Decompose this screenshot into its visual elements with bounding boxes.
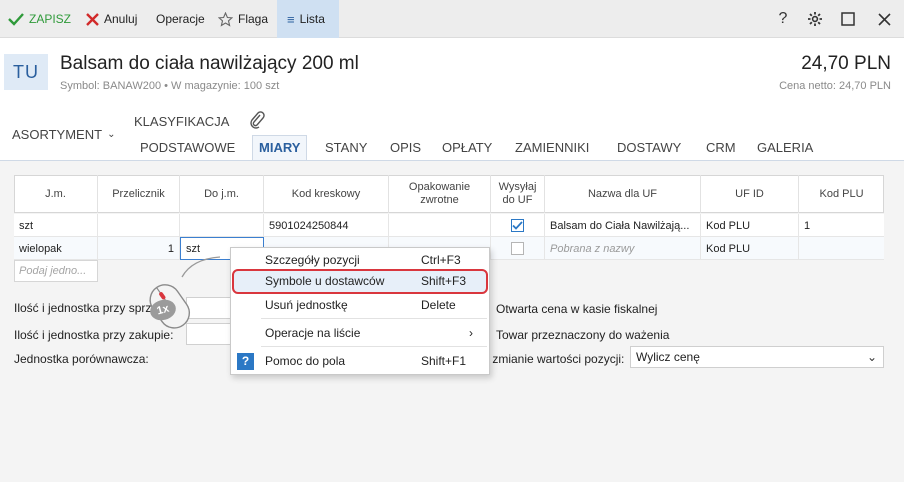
maximize-icon[interactable] xyxy=(838,9,858,29)
tab-asortyment[interactable]: ASORTYMENT ⌄ xyxy=(12,127,115,142)
send-uf-checkbox[interactable] xyxy=(511,219,524,232)
flag-button[interactable]: Flaga xyxy=(218,0,268,38)
help-question-icon: ? xyxy=(237,352,254,370)
cell-uf-name[interactable]: Balsam do Ciała Nawilżają... xyxy=(545,214,701,237)
column-header[interactable]: J.m. xyxy=(14,175,98,213)
value-change-label: y zmianie wartości pozycji: xyxy=(483,352,625,366)
menu-separator xyxy=(261,318,487,319)
cell-plu[interactable] xyxy=(799,237,884,260)
menu-separator xyxy=(261,346,487,347)
chevron-right-icon: › xyxy=(469,326,473,340)
toolbar: ZAPISZ Anuluj Operacje Flaga ≡ Lista ? xyxy=(0,0,904,38)
save-label: ZAPISZ xyxy=(29,12,72,26)
tab-asortyment-label: ASORTYMENT xyxy=(12,127,103,142)
star-icon xyxy=(218,11,233,27)
menu-item-label: Pomoc do pola xyxy=(265,354,346,368)
net-price: Cena netto: 24,70 PLN xyxy=(779,80,891,92)
tab-podstawowe[interactable]: PODSTAWOWE xyxy=(140,140,235,155)
product-subtitle: Symbol: BANAW200 • W magazynie: 100 szt xyxy=(60,80,280,92)
cell-dojm[interactable] xyxy=(180,214,264,237)
open-price-label: Otwarta cena w kasie fiskalnej xyxy=(496,302,658,316)
cancel-label: Anuluj xyxy=(104,12,138,26)
cell-send-uf[interactable] xyxy=(491,237,545,260)
cancel-button[interactable]: Anuluj xyxy=(86,0,137,38)
menu-item-shortcut: Shift+F3 xyxy=(421,274,467,288)
tab-zamienniki[interactable]: ZAMIENNIKI xyxy=(515,140,589,155)
page-title: Balsam do ciała nawilżający 200 ml xyxy=(60,53,359,74)
settings-gear-icon[interactable] xyxy=(805,9,825,29)
menu-item-field-help[interactable]: ? Pomoc do pola Shift+F1 xyxy=(231,350,489,372)
menu-item-details[interactable]: Szczegóły pozycji Ctrl+F3 xyxy=(231,249,489,271)
operations-label: Operacje xyxy=(156,12,205,26)
cell-uf-name[interactable]: Pobrana z nazwy xyxy=(545,237,701,260)
cell-plu[interactable]: 1 xyxy=(799,214,884,237)
context-menu: Szczegóły pozycji Ctrl+F3 Usuń jednostkę… xyxy=(230,247,490,375)
avatar: TU xyxy=(4,54,48,90)
compare-unit-label: Jednostka porównawcza: xyxy=(14,352,149,366)
operations-button[interactable]: Operacje xyxy=(156,0,205,38)
close-icon[interactable] xyxy=(874,9,894,29)
column-header[interactable]: Kod PLU xyxy=(799,175,884,213)
value-change-select[interactable]: Wylicz cenę ⌄ xyxy=(630,346,884,368)
tab-stany[interactable]: STANY xyxy=(325,140,367,155)
column-header[interactable]: Kod kreskowy xyxy=(264,175,389,213)
column-header[interactable]: UF ID xyxy=(701,175,799,213)
chevron-down-icon: ⌄ xyxy=(107,129,116,140)
chevron-down-icon: ⌄ xyxy=(866,350,877,364)
tab-crm[interactable]: CRM xyxy=(706,140,736,155)
column-header[interactable]: Opakowanie zwrotne xyxy=(389,175,491,213)
tab-galeria[interactable]: GALERIA xyxy=(757,140,813,155)
check-icon xyxy=(8,12,24,26)
menu-item-label: Usuń jednostkę xyxy=(265,298,348,312)
tab-oplaty[interactable]: OPŁATY xyxy=(442,140,492,155)
menu-item-shortcut: Ctrl+F3 xyxy=(421,253,461,267)
cell-jm[interactable]: wielopak xyxy=(14,237,98,260)
cell-send-uf[interactable] xyxy=(491,214,545,237)
value-change-value: Wylicz cenę xyxy=(636,350,700,364)
cell-przelicznik[interactable] xyxy=(98,214,180,237)
column-header[interactable]: Nazwa dla UF xyxy=(545,175,701,213)
close-x-icon xyxy=(86,12,99,26)
cell-uf-id[interactable]: Kod PLU xyxy=(701,237,799,260)
cell-jm[interactable]: szt xyxy=(14,214,98,237)
menu-item-shortcut: Shift+F1 xyxy=(421,354,467,368)
menu-item-label: Szczegóły pozycji xyxy=(265,253,360,267)
column-header[interactable]: Przelicznik xyxy=(98,175,180,213)
cell-uf-id[interactable]: Kod PLU xyxy=(701,214,799,237)
tab-klasyfikacja[interactable]: KLASYFIKACJA xyxy=(134,114,229,129)
cell-packaging[interactable] xyxy=(389,214,491,237)
menu-item-shortcut: Delete xyxy=(421,298,456,312)
flag-label: Flaga xyxy=(238,12,269,26)
column-header[interactable]: Wysyłaj do UF xyxy=(491,175,545,213)
column-header[interactable]: Do j.m. xyxy=(180,175,264,213)
paperclip-icon[interactable] xyxy=(249,111,265,134)
list-label: Lista xyxy=(299,12,325,26)
price: 24,70 PLN xyxy=(801,53,891,74)
save-button[interactable]: ZAPISZ xyxy=(8,0,71,38)
new-unit-input[interactable]: Podaj jedno... xyxy=(14,260,98,282)
cell-barcode[interactable]: 5901024250844 xyxy=(264,214,389,237)
tab-dostawy[interactable]: DOSTAWY xyxy=(617,140,681,155)
list-icon: ≡ xyxy=(287,11,295,27)
sale-unit-label: Ilość i jednostka przy sprz xyxy=(14,301,152,315)
tab-miary[interactable]: MIARY xyxy=(252,135,308,161)
help-icon[interactable]: ? xyxy=(773,9,793,29)
menu-item-label: Operacje na liście xyxy=(265,326,361,340)
tab-opis[interactable]: OPIS xyxy=(390,140,421,155)
list-button[interactable]: ≡ Lista xyxy=(277,0,339,38)
menu-item-label: Symbole u dostawców xyxy=(265,274,385,288)
send-uf-checkbox[interactable] xyxy=(511,242,524,255)
menu-item-delete-unit[interactable]: Usuń jednostkę Delete xyxy=(231,294,489,316)
weighing-label: Towar przeznaczony do ważenia xyxy=(496,328,670,342)
menu-item-supplier-symbols[interactable]: Symbole u dostawców Shift+F3 xyxy=(232,269,488,294)
menu-item-list-operations[interactable]: Operacje na liście › xyxy=(231,322,489,344)
